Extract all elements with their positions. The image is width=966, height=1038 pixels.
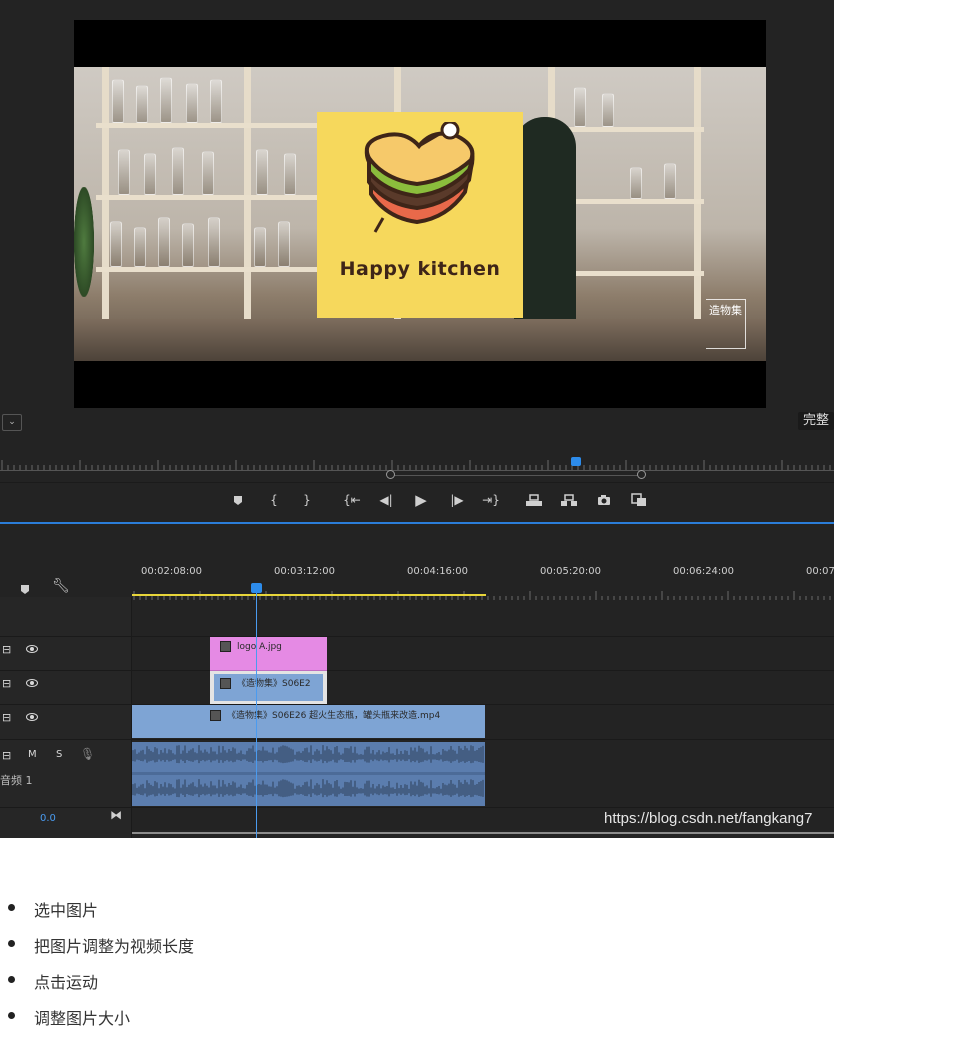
chevron-down-icon: ⌄ [8,417,16,427]
timecode-label: 00:06:24:00 [673,566,735,577]
timecode-label: 00:07 [806,566,834,577]
sync-lock-icon[interactable]: ⊟ [2,711,11,724]
timecode-ruler-labels: 00:02:08:00 00:03:12:00 00:04:16:00 00:0… [132,566,834,582]
video-frame[interactable]: Happy kitchen 造物集 [74,20,766,408]
audio-clip[interactable] [132,742,485,806]
list-item: 把图片调整为视频长度 [8,931,608,956]
eye-icon[interactable] [26,645,38,653]
sync-lock-icon[interactable]: ⊟ [2,749,11,762]
timeline-playhead[interactable] [251,583,262,593]
sync-lock-icon[interactable]: ⊟ [2,677,11,690]
premiere-window: Happy kitchen 造物集 ⌄ 完整 { } {⇤ ◀| ▶ |▶ ⇥} [0,0,834,838]
kitchen-scene-image: Happy kitchen 造物集 [74,67,766,361]
lift-icon[interactable] [523,490,545,510]
clip-label: logo A.jpg [237,642,282,652]
compare-icon[interactable] [628,490,650,510]
fx-badge-icon [220,641,231,652]
step-forward-icon[interactable]: |▶ [446,490,468,510]
marker-icon[interactable] [227,490,249,510]
logo-image-clip[interactable]: logo A.jpg [210,637,327,671]
extract-icon[interactable] [558,490,580,510]
table-surface [74,319,766,361]
video-clip-v2[interactable]: 《造物集》S06E2 [210,671,327,704]
source-url-watermark: https://blog.csdn.net/fangkang7 [604,810,813,827]
out-point-icon[interactable]: } [296,490,318,510]
program-monitor: Happy kitchen 造物集 ⌄ 完整 [0,0,834,440]
eye-icon[interactable] [26,679,38,687]
zoom-scroll-bar[interactable] [390,475,641,476]
video-clip-v1[interactable]: 《造物集》S06E26 超火生态瓶，罐头瓶来改造.mp4 [132,705,485,738]
fx-badge-icon [210,710,221,721]
watermark-logo: 造物集 [706,299,746,349]
sandwich-icon [364,122,475,233]
panel-divider[interactable] [0,522,834,524]
play-icon[interactable]: ▶ [410,490,432,510]
track-volume-value[interactable]: 0.0 [40,813,56,824]
zoom-dropdown[interactable]: ⌄ [2,414,22,431]
timecode-label: 00:03:12:00 [274,566,336,577]
list-item: 点击运动 [8,967,608,992]
monitor-playhead[interactable] [571,457,581,466]
logo-text: Happy kitchen [339,258,501,280]
step-back-icon[interactable]: ◀| [375,490,397,510]
playback-resolution-select[interactable]: 完整 [798,412,834,430]
timecode-label: 00:05:20:00 [540,566,602,577]
microphone-icon[interactable]: 🎙︎ [80,747,95,761]
clip-label: 《造物集》S06E2 [237,679,311,689]
clip-label: 《造物集》S06E26 超火生态瓶，罐头瓶来改造.mp4 [227,711,441,721]
timecode-label: 00:04:16:00 [407,566,469,577]
monitor-time-ruler[interactable] [0,454,834,474]
zoom-fit-icon[interactable]: ⧓ [110,808,122,822]
eye-icon[interactable] [26,713,38,721]
sync-lock-icon[interactable]: ⊟ [2,643,11,656]
go-to-in-icon[interactable]: {⇤ [341,490,363,510]
go-to-out-icon[interactable]: ⇥} [480,490,502,510]
timeline-scroll-bar[interactable] [132,832,834,834]
export-frame-icon[interactable] [593,490,615,510]
wrench-icon[interactable]: 🔧︎ [52,578,70,594]
timecode-label: 00:02:08:00 [141,566,203,577]
zoom-handle-right[interactable] [637,470,646,479]
playhead-line [256,593,257,838]
logo-overlay-image[interactable]: Happy kitchen [317,112,523,318]
in-point-icon[interactable]: { [263,490,285,510]
zoom-handle-left[interactable] [386,470,395,479]
solo-button[interactable]: S [56,749,62,760]
work-area-bar[interactable] [132,594,486,596]
track-headers [0,597,132,838]
audio-track-label: 音频 1 [0,774,33,787]
list-item: 选中图片 [8,895,608,920]
fx-badge-icon [220,678,231,689]
mute-button[interactable]: M [28,749,37,760]
list-item: 调整图片大小 [8,1003,608,1028]
